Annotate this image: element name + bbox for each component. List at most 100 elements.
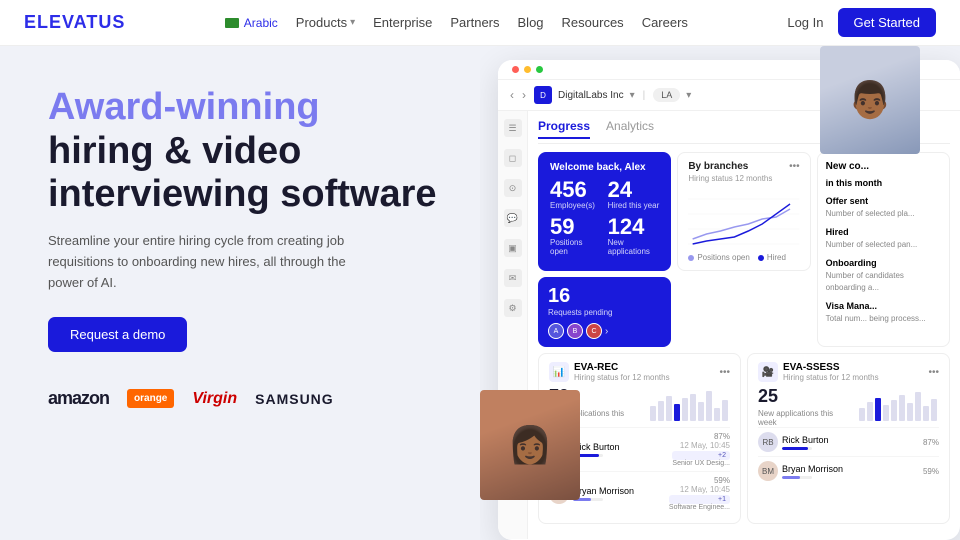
nav-back-icon[interactable]: ‹ xyxy=(510,88,514,102)
stat-hired: 24 Hired this year xyxy=(608,179,660,210)
logo-strip: amazon orange Virgin SAMSUNG xyxy=(48,388,440,409)
requests-label: Requests pending xyxy=(548,308,661,317)
nav-products[interactable]: Products ▾ xyxy=(296,15,355,30)
stats-grid: 456 Employee(s) 24 Hired this year 59 Po… xyxy=(550,179,659,256)
eva-ssess-person-pct-0: 87% xyxy=(923,438,939,447)
close-dot xyxy=(512,66,519,73)
person-top-photo: 👨🏾 xyxy=(820,46,920,154)
person-count-0: +2 xyxy=(672,451,730,460)
legend-positions-label: Positions open xyxy=(697,253,749,262)
welcome-greeting: Welcome back, Alex xyxy=(550,162,659,173)
flag-icon xyxy=(225,18,239,28)
person-bottom-photo: 👩🏾 xyxy=(480,390,580,500)
avatar-next-icon[interactable]: › xyxy=(605,326,608,337)
eva-ssess-icon: 🎥 xyxy=(758,362,778,382)
branches-more-icon[interactable]: ••• xyxy=(789,161,800,172)
sidebar-icon-2[interactable]: ◻ xyxy=(504,149,522,167)
navbar: ELEVATUS Arabic Products ▾ Enterprise Pa… xyxy=(0,0,960,46)
stat-applications-label: New applications xyxy=(608,238,660,256)
eva-ssess-pct-bar-1 xyxy=(782,476,812,479)
avatar-row: A B C › xyxy=(548,323,661,339)
eva-ssess-person-pct-1: 59% xyxy=(923,467,939,476)
person-meta-0: 87% 12 May, 10:45 +2 Senior UX Desig... xyxy=(672,432,730,467)
new-col-item-2: Hired Number of selected pan... xyxy=(826,227,941,250)
sidebar-icon-7[interactable]: ⚙ xyxy=(504,299,522,317)
person-name-1: Bryan Morrison xyxy=(573,486,665,496)
sidebar-icon-6[interactable]: ✉ xyxy=(504,269,522,287)
logo-e: E xyxy=(24,12,37,32)
nav-enterprise[interactable]: Enterprise xyxy=(373,15,432,30)
eva-ssess-person-name-1: Bryan Morrison xyxy=(782,464,919,474)
person-top-img: 👨🏾 xyxy=(820,46,920,154)
bottom-cards: 📊 EVA-REC Hiring status for 12 months ••… xyxy=(538,353,950,524)
nav-partners[interactable]: Partners xyxy=(450,15,499,30)
sidebar-icon-3[interactable]: ⊙ xyxy=(504,179,522,197)
eva-rec-header: 📊 EVA-REC Hiring status for 12 months ••… xyxy=(549,362,730,382)
eva-ssess-title-wrap: EVA-SSESS Hiring status for 12 months xyxy=(783,362,879,382)
stat-employees: 456 Employee(s) xyxy=(550,179,602,210)
hero-title-highlight: Award-winning xyxy=(48,86,320,128)
mini-avatar-1: A xyxy=(548,323,564,339)
eva-ssess-chart-svg xyxy=(859,386,939,421)
eva-ssess-person-meta-0: 87% xyxy=(923,438,939,447)
tab-progress[interactable]: Progress xyxy=(538,119,590,139)
requests-card: 16 Requests pending A B C › xyxy=(538,277,671,347)
demo-button[interactable]: Request a demo xyxy=(48,317,187,352)
hero-title-rest: hiring & video interviewing software xyxy=(48,130,437,216)
stat-applications: 124 New applications xyxy=(608,216,660,256)
eva-ssess-person-info-0: Rick Burton xyxy=(782,435,919,450)
eva-rec-chart-area xyxy=(650,386,730,426)
hero-subtitle: Streamline your entire hiring cycle from… xyxy=(48,231,368,293)
nav-resources[interactable]: Resources xyxy=(562,15,624,30)
hero-left: Award-winning hiring & video interviewin… xyxy=(0,46,480,540)
eva-ssess-person-row-0: RB Rick Burton 87% xyxy=(758,427,939,456)
eva-ssess-person-name-0: Rick Burton xyxy=(782,435,919,445)
new-col-item-1: Offer sent Number of selected pla... xyxy=(826,196,941,219)
sidebar-icon-5[interactable]: ▣ xyxy=(504,239,522,257)
legend-hired-dot xyxy=(758,255,764,261)
minimize-dot xyxy=(524,66,531,73)
eva-rec-left: 📊 EVA-REC Hiring status for 12 months xyxy=(549,362,670,382)
main-content: Award-winning hiring & video interviewin… xyxy=(0,46,960,540)
nav-careers[interactable]: Careers xyxy=(642,15,688,30)
eva-ssess-more-icon[interactable]: ••• xyxy=(928,367,939,378)
eva-ssess-pct-fill-1 xyxy=(782,476,800,479)
eva-ssess-person-meta-1: 59% xyxy=(923,467,939,476)
location-chevron-icon: ▾ xyxy=(686,90,691,101)
nav-forward-icon[interactable]: › xyxy=(522,88,526,102)
logo-rest: LEVATUS xyxy=(37,12,125,32)
person-info-1: Bryan Morrison xyxy=(573,486,665,501)
maximize-dot xyxy=(536,66,543,73)
nav-arabic[interactable]: Arabic xyxy=(225,16,278,30)
stat-applications-num: 124 xyxy=(608,216,660,238)
chart-legend: Positions open Hired xyxy=(688,253,799,262)
sidebar-icon-4[interactable]: 💬 xyxy=(504,209,522,227)
dashboard-main: Progress Analytics Welcome back, Alex 45… xyxy=(528,111,960,539)
company-selector[interactable]: D DigitalLabs Inc ▾ | LA ▾ xyxy=(534,86,691,104)
hero-title: Award-winning hiring & video interviewin… xyxy=(48,86,440,217)
eva-ssess-person-row-1: BM Bryan Morrison 59% xyxy=(758,456,939,485)
new-col-item-0: in this month xyxy=(826,178,941,188)
location-tag[interactable]: LA xyxy=(653,88,680,102)
eva-ssess-body: 25 New applications this week xyxy=(758,386,939,427)
nav-arabic-label: Arabic xyxy=(244,16,278,30)
logo[interactable]: ELEVATUS xyxy=(24,12,125,33)
eva-rec-icon: 📊 xyxy=(549,362,569,382)
eva-ssess-header: 🎥 EVA-SSESS Hiring status for 12 months … xyxy=(758,362,939,382)
nav-blog[interactable]: Blog xyxy=(518,15,544,30)
login-button[interactable]: Log In xyxy=(787,15,823,30)
eva-rec-more-icon[interactable]: ••• xyxy=(719,367,730,378)
company-chevron-icon: ▾ xyxy=(630,90,635,101)
person-date-1: 12 May, 10:45 xyxy=(669,485,730,494)
eva-ssess-pct-fill-0 xyxy=(782,447,808,450)
new-col-item-3: Onboarding Number of candidates onboardi… xyxy=(826,258,941,292)
stat-positions-num: 59 xyxy=(550,216,602,238)
eva-rec-title: EVA-REC xyxy=(574,362,670,373)
tab-analytics[interactable]: Analytics xyxy=(606,119,654,139)
sidebar-icon-1[interactable]: ☰ xyxy=(504,119,522,137)
chevron-down-icon: ▾ xyxy=(350,17,355,28)
person-pct-1: 59% xyxy=(669,476,730,485)
mini-avatar-3: C xyxy=(586,323,602,339)
legend-hired: Hired xyxy=(758,253,786,262)
get-started-button[interactable]: Get Started xyxy=(838,8,936,37)
